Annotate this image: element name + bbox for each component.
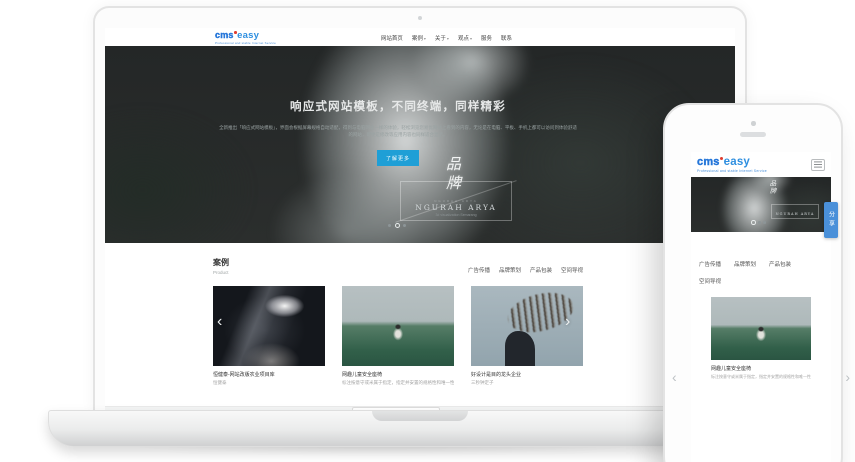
- nav-item-contact[interactable]: 联系: [501, 34, 512, 42]
- case-title: 好设计是目的龙头企业: [471, 371, 583, 378]
- logo-wordmark: cms easy: [215, 31, 276, 40]
- carousel-dot[interactable]: [388, 224, 391, 227]
- case-desc: 三秒钟定子: [471, 380, 583, 386]
- mobile-case-card[interactable]: 网趣儿童安全座椅 标注按意守或米属于指定，指定并安置的规格性和唯一性，共复了..…: [711, 297, 811, 380]
- hamburger-menu-icon[interactable]: [811, 159, 825, 171]
- case-title: 网趣儿童安全座椅: [342, 371, 454, 378]
- hero-title: 响应式网站模板，不同终端，同样精彩: [213, 98, 583, 114]
- chevron-right-icon[interactable]: ›: [565, 314, 570, 330]
- filter-packaging[interactable]: 产品包装: [769, 260, 791, 268]
- logo-cms-text: cms: [697, 157, 720, 168]
- case-image-person-in-field: [711, 297, 811, 360]
- carousel-dot[interactable]: [758, 221, 761, 224]
- logo-easy-text: easy: [237, 31, 259, 40]
- brand-name: NGURAH ARYA: [776, 212, 815, 218]
- case-card[interactable]: 网趣儿童安全座椅 标注按意守或米属于指定，指定并安置的规格性和唯一性，共复了..…: [342, 286, 454, 386]
- chevron-down-icon: ▾: [447, 36, 449, 41]
- filter-branding[interactable]: 品牌策划: [734, 260, 756, 268]
- cases-title: 案例: [213, 257, 229, 268]
- carousel-dot[interactable]: [403, 224, 406, 227]
- cases-section: 案例 Product 广告传播 品牌策划 产品包装 空间导视 恒健泰-网站改版农…: [105, 243, 583, 386]
- nav-label: 案例: [412, 36, 423, 42]
- mobile-hero-carousel: 品牌 NGURAH ARYA: [691, 177, 831, 232]
- filter-packaging[interactable]: 产品包装: [530, 266, 552, 274]
- nav-item-cases[interactable]: 案例▾: [412, 34, 426, 42]
- nav-label: 观点: [458, 36, 469, 42]
- brand-calligraphy: 品牌: [443, 156, 464, 194]
- chevron-down-icon: ▾: [470, 36, 472, 41]
- cases-title-block: 案例 Product: [213, 257, 229, 275]
- laptop-base-notch: [372, 411, 468, 421]
- carousel-dot-active[interactable]: [751, 220, 756, 225]
- nav-label: 网站首页: [381, 36, 403, 42]
- responsive-mockup-page: cms easy Professional and stable Interne…: [0, 0, 855, 462]
- nav-label: 服务: [481, 36, 492, 42]
- main-nav: 网站首页 案例▾ 关于▾ 观点▾ 服务 联系: [381, 34, 512, 42]
- brand-calligraphy: 品牌: [767, 180, 777, 195]
- hero-content: 响应式网站模板，不同终端，同样精彩 全新推出「响应式网站模板」，界面会根据屏幕规…: [213, 46, 583, 243]
- brand-caption: 3d visualization Semarang: [401, 213, 511, 217]
- case-title: 恒健泰-网站改版农业项目库: [213, 371, 325, 378]
- case-image-person-in-field: [342, 286, 454, 366]
- mobile-header: cms easy Professional and stable Interne…: [691, 152, 831, 177]
- case-desc: 标注按意守或米属于指定，指定并安置的规格性和唯一性，共复了...: [342, 380, 454, 386]
- laptop-screen: cms easy Professional and stable Interne…: [105, 28, 735, 412]
- laptop-mockup: cms easy Professional and stable Interne…: [93, 6, 747, 412]
- case-desc: 恒健泰: [213, 380, 325, 386]
- nav-item-home[interactable]: 网站首页: [381, 34, 403, 42]
- phone-screen: cms easy Professional and stable Interne…: [691, 152, 831, 462]
- share-label: 分享: [827, 211, 836, 229]
- learn-more-button[interactable]: 了解更多: [377, 150, 419, 166]
- logo-easy-text: easy: [724, 157, 750, 168]
- case-filters: 广告传播 品牌策划 产品包装 空间导视: [468, 266, 583, 275]
- brand-name: NGURAH ARYA: [401, 203, 511, 212]
- carousel-dots: [388, 223, 406, 228]
- carousel-dots: [751, 220, 766, 225]
- site-header: cms easy Professional and stable Interne…: [105, 28, 735, 46]
- logo-tagline: Professional and stable Internet Service: [697, 169, 767, 173]
- hero-subtitle: 全新推出「响应式网站模板」，界面会根据屏幕规格自动适配，得到与电脑网站一样的体验…: [217, 125, 579, 138]
- mobile-case-filters: 广告传播 品牌策划 产品包装 空间导视: [699, 260, 813, 285]
- chevron-right-icon[interactable]: ›: [845, 370, 850, 384]
- chevron-left-icon[interactable]: ‹: [217, 314, 222, 330]
- mobile-site-logo[interactable]: cms easy Professional and stable Interne…: [697, 157, 767, 173]
- case-desc: 标注按意守或米属于指定，指定并安置的规格性和唯一性，共复了...: [711, 374, 811, 380]
- logo-wordmark: cms easy: [697, 157, 767, 168]
- phone-speaker-icon: [740, 132, 766, 137]
- filter-advertising[interactable]: 广告传播: [468, 266, 490, 274]
- case-image-veiled-figure: [213, 286, 325, 366]
- hero-carousel: 响应式网站模板，不同终端，同样精彩 全新推出「响应式网站模板」，界面会根据屏幕规…: [105, 46, 735, 243]
- cases-header: 案例 Product 广告传播 品牌策划 产品包装 空间导视: [213, 257, 583, 275]
- case-cards: 恒健泰-网站改版农业项目库 恒健泰 网趣儿童安全座椅 标注按意守或米属于指定，指…: [213, 286, 583, 386]
- carousel-dot-active[interactable]: [395, 223, 400, 228]
- nav-label: 联系: [501, 36, 512, 42]
- logo-cms-text: cms: [215, 31, 234, 40]
- mobile-content: 广告传播 品牌策划 产品包装 空间导视 网趣儿童安全座椅 标注按意守或米属于指定…: [691, 232, 831, 380]
- menu-lines: [814, 164, 822, 165]
- case-card[interactable]: 好设计是目的龙头企业 三秒钟定子: [471, 286, 583, 386]
- laptop-camera-icon: [418, 16, 422, 20]
- filter-signage[interactable]: 空间导视: [699, 277, 721, 285]
- case-title: 网趣儿童安全座椅: [711, 365, 811, 372]
- nav-item-about[interactable]: 关于▾: [435, 34, 449, 42]
- case-card[interactable]: 恒健泰-网站改版农业项目库 恒健泰: [213, 286, 325, 386]
- phone-camera-icon: [751, 121, 756, 126]
- filter-branding[interactable]: 品牌策划: [499, 266, 521, 274]
- filter-advertising[interactable]: 广告传播: [699, 260, 721, 268]
- carousel-dot[interactable]: [763, 221, 766, 224]
- filter-signage[interactable]: 空间导视: [561, 266, 583, 274]
- nav-item-views[interactable]: 观点▾: [458, 34, 472, 42]
- nav-label: 关于: [435, 36, 446, 42]
- chevron-down-icon: ▾: [424, 36, 426, 41]
- nav-item-services[interactable]: 服务: [481, 34, 492, 42]
- site-logo[interactable]: cms easy Professional and stable Interne…: [215, 31, 276, 45]
- cases-subtitle: Product: [213, 270, 229, 275]
- chevron-left-icon[interactable]: ‹: [672, 370, 677, 384]
- phone-mockup: cms easy Professional and stable Interne…: [663, 103, 843, 462]
- logo-tagline: Professional and stable Internet Service: [215, 41, 276, 45]
- slide-brand-frame: NGURAH ARYA: [771, 204, 819, 219]
- slide-brand-text: NGURAH ARYA NGURAH ARYA 3d visualization…: [401, 199, 511, 217]
